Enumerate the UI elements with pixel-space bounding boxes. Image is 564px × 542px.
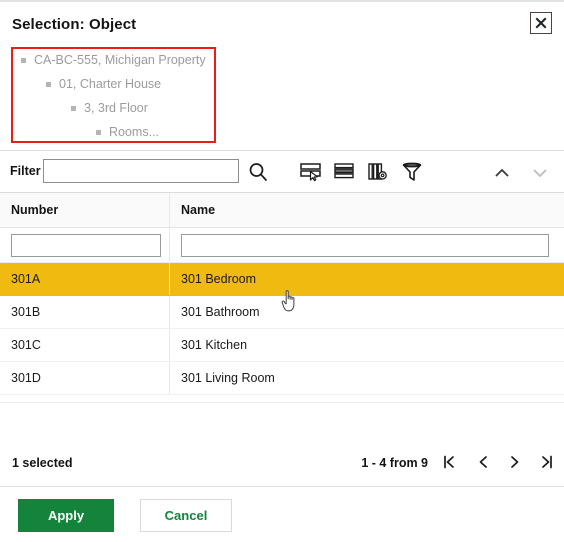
column-filter-cell-number: [0, 228, 170, 262]
breadcrumb-item-floor[interactable]: 3, 3rd Floor: [0, 96, 564, 120]
next-page-icon[interactable]: [502, 450, 528, 474]
column-header-name[interactable]: Name: [170, 193, 564, 227]
breadcrumb-item-label: 01, Charter House: [59, 77, 162, 91]
close-icon[interactable]: [530, 12, 552, 34]
rooms-table: Number Name 301A 301 Bedroom 301B 301 Ba…: [0, 192, 564, 395]
filter-label: Filter: [10, 164, 41, 178]
search-icon[interactable]: [245, 159, 271, 185]
table-row[interactable]: 301D 301 Living Room: [0, 362, 564, 395]
table-status-bar: 1 selected 1 - 4 from 9: [0, 438, 564, 486]
breadcrumb-bullet-icon: [71, 105, 76, 111]
select-rows-icon[interactable]: [298, 159, 324, 185]
column-header-number[interactable]: Number: [0, 193, 170, 227]
table-row[interactable]: 301B 301 Bathroom: [0, 296, 564, 329]
cell-name: 301 Kitchen: [181, 338, 248, 352]
column-filter-input-number[interactable]: [11, 233, 161, 257]
chevron-down-icon[interactable]: [527, 160, 553, 186]
cell-number: 301A: [0, 263, 170, 295]
table-row[interactable]: 301A 301 Bedroom: [0, 263, 564, 296]
dialog-titlebar: Selection: Object: [0, 2, 564, 44]
cell-number: 301B: [0, 296, 170, 328]
page-range-label: 1 - 4 from 9: [361, 456, 428, 470]
breadcrumb-bullet-icon: [46, 81, 51, 87]
breadcrumb-item-rooms[interactable]: Rooms...: [0, 120, 564, 144]
column-filter-input-name[interactable]: [181, 233, 549, 257]
filter-toolbar: Filter: [0, 151, 564, 192]
dialog-title: Selection: Object: [12, 16, 137, 33]
cell-name: 301 Bedroom: [181, 272, 257, 286]
row-layout-icon[interactable]: [331, 159, 357, 185]
first-page-icon[interactable]: [436, 450, 462, 474]
chevron-up-icon[interactable]: [489, 160, 515, 186]
table-footer-divider: [0, 402, 564, 403]
breadcrumb-item-property[interactable]: CA-BC-555, Michigan Property: [0, 48, 564, 72]
table-header-row: Number Name: [0, 193, 564, 228]
breadcrumb: CA-BC-555, Michigan Property 01, Charter…: [0, 44, 564, 150]
cancel-button[interactable]: Cancel: [140, 499, 232, 532]
funnel-filter-icon[interactable]: [399, 159, 425, 185]
selection-object-dialog: Selection: Object CA-BC-555, Michigan Pr…: [0, 0, 564, 542]
action-bar: Apply Cancel: [0, 487, 564, 542]
breadcrumb-item-label: 3, 3rd Floor: [84, 101, 148, 115]
breadcrumb-bullet-icon: [21, 57, 26, 63]
filter-input[interactable]: [43, 159, 239, 183]
column-settings-icon[interactable]: [366, 159, 392, 185]
breadcrumb-item-label: Rooms...: [109, 125, 160, 139]
breadcrumb-bullet-icon: [96, 129, 101, 135]
cell-name: 301 Living Room: [181, 371, 275, 385]
cell-number: 301C: [0, 329, 170, 361]
apply-button[interactable]: Apply: [18, 499, 114, 532]
previous-page-icon[interactable]: [470, 450, 496, 474]
cell-number: 301D: [0, 362, 170, 394]
breadcrumb-item-building[interactable]: 01, Charter House: [0, 72, 564, 96]
table-row[interactable]: 301C 301 Kitchen: [0, 329, 564, 362]
cell-name: 301 Bathroom: [181, 305, 260, 319]
selected-count-label: 1 selected: [12, 456, 73, 470]
column-filter-row: [0, 228, 564, 263]
breadcrumb-item-label: CA-BC-555, Michigan Property: [34, 53, 206, 67]
column-filter-cell-name: [170, 228, 564, 262]
last-page-icon[interactable]: [534, 450, 560, 474]
